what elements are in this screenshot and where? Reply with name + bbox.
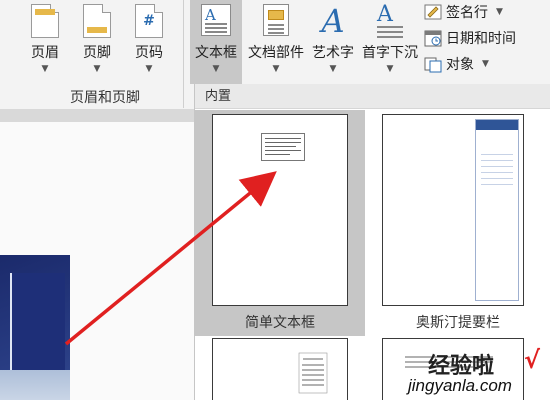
chevron-down-icon: ▼ [145, 64, 153, 74]
watermark: 经验啦 √ jingyanla.com [400, 346, 550, 400]
drop-cap-button-label: 首字下沉 [362, 45, 418, 61]
chevron-down-icon: ▼ [212, 64, 220, 74]
gallery-thumbnail [212, 338, 348, 400]
gallery-section-header: 内置 [195, 84, 550, 109]
wordart-button[interactable]: A 艺术字 ▼ [308, 0, 358, 84]
gallery-item-simple-textbox[interactable]: 简单文本框 [195, 110, 365, 336]
object-button[interactable]: 对象 ▼ [424, 53, 489, 75]
document-image[interactable] [0, 255, 70, 400]
chevron-down-icon: ▼ [272, 64, 280, 74]
checkmark-icon: √ [524, 346, 541, 374]
simple-textbox-thumbnail [212, 114, 348, 306]
document-parts-icon [263, 4, 289, 36]
chevron-down-icon: ▼ [386, 64, 394, 74]
object-label: 对象 [446, 57, 474, 73]
textbox-button[interactable]: A 文本框 ▼ [190, 0, 242, 84]
document-parts-button-label: 文档部件 [248, 45, 304, 61]
gallery-item[interactable] [195, 336, 365, 400]
chevron-down-icon: ▼ [41, 64, 49, 74]
textbox-icon: A [201, 4, 231, 36]
date-time-button[interactable]: 日期和时间 [424, 27, 516, 49]
drop-cap-button[interactable]: A 首字下沉 ▼ [358, 0, 422, 84]
footer-button-label: 页脚 [83, 45, 111, 61]
signature-line-label: 签名行 [446, 5, 488, 21]
footer-icon [83, 4, 111, 38]
header-footer-group-label: 页眉和页脚 [70, 90, 140, 106]
gallery-item-austin-sidebar[interactable]: 奥斯汀提要栏 [373, 110, 543, 336]
signature-icon [424, 3, 442, 21]
gallery-item-label: 奥斯汀提要栏 [416, 315, 500, 331]
austin-sidebar-thumbnail [382, 114, 524, 306]
wordart-icon: A [321, 2, 345, 40]
object-icon [424, 55, 442, 73]
calendar-icon [424, 29, 442, 47]
header-icon [31, 4, 59, 38]
document-parts-button[interactable]: 文档部件 ▼ [244, 0, 308, 84]
header-button[interactable]: 页眉 ▼ [20, 0, 70, 80]
document-ruler-strip [0, 110, 194, 122]
drop-cap-icon: A [375, 2, 405, 38]
signature-line-button[interactable]: 签名行 ▼ [424, 1, 503, 23]
textbox-button-label: 文本框 [195, 45, 237, 61]
chevron-down-icon: ▼ [329, 64, 337, 74]
chevron-down-icon: ▼ [93, 64, 101, 74]
footer-button[interactable]: 页脚 ▼ [72, 0, 122, 80]
group-separator [183, 0, 184, 108]
page-number-icon: # [135, 4, 163, 38]
gallery-item-label: 简单文本框 [245, 315, 315, 331]
chevron-down-icon: ▼ [496, 7, 503, 17]
wordart-button-label: 艺术字 [312, 45, 354, 61]
page-number-button[interactable]: # 页码 ▼ [124, 0, 174, 80]
date-time-label: 日期和时间 [446, 31, 516, 47]
watermark-url: jingyanla.com [408, 376, 512, 395]
page-number-button-label: 页码 [135, 45, 163, 61]
header-button-label: 页眉 [31, 45, 59, 61]
chevron-down-icon: ▼ [482, 59, 489, 69]
